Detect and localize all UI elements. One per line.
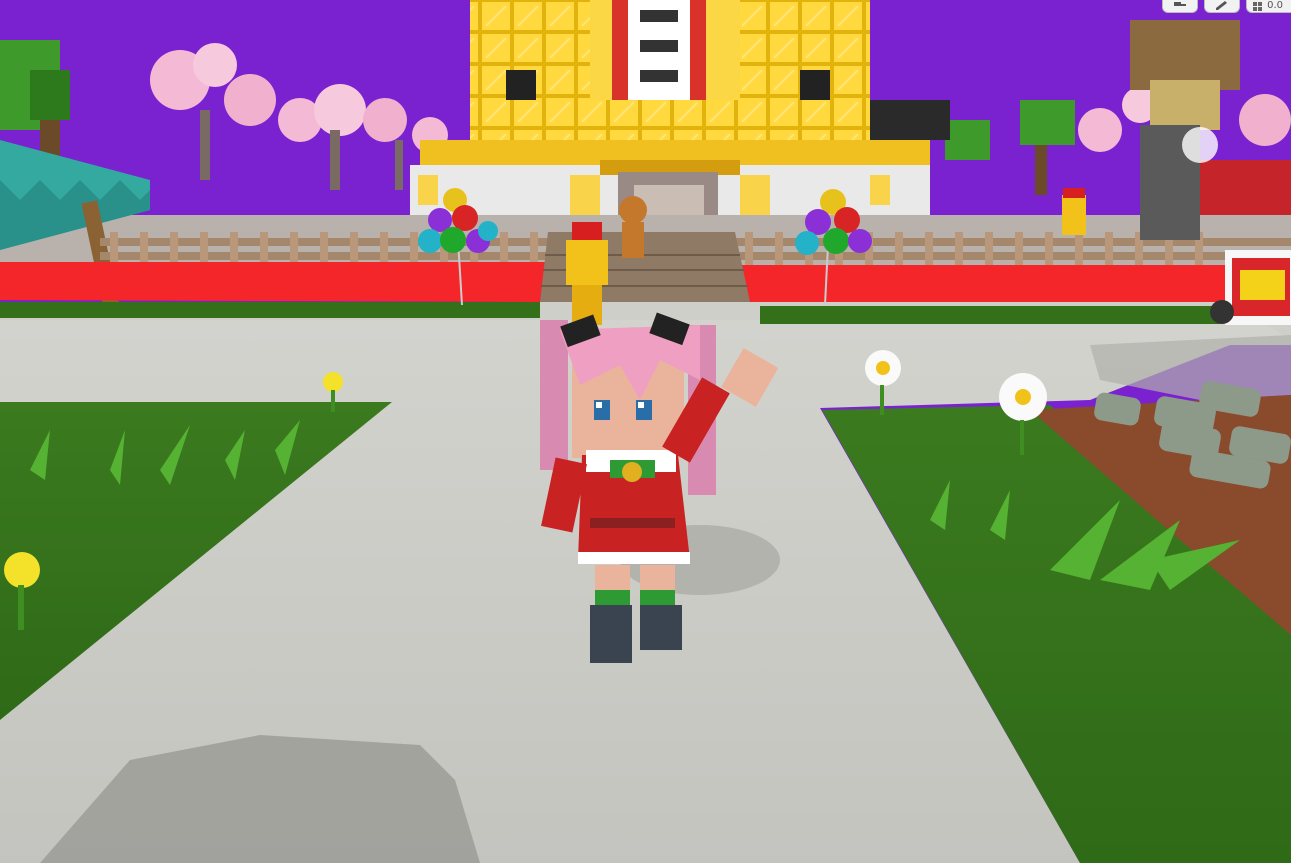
npc-right-yellow [1062,188,1086,235]
hud-readout[interactable]: 0.0 [1246,0,1291,13]
top-right-hud: 0.0 [1162,0,1291,13]
pencil-icon [1216,1,1228,10]
npc-guard [566,222,608,325]
hud-readout-value: 0.0 [1267,0,1283,11]
red-bus [1195,160,1291,215]
hud-tool-button[interactable] [1162,0,1199,13]
red-carpet-left [0,262,545,302]
golden-castle [410,0,950,240]
grid-icon [1253,1,1263,11]
game-viewport[interactable] [0,0,1291,863]
hammer-icon [1174,2,1187,6]
hud-edit-button[interactable] [1204,0,1241,13]
npc-bear [619,196,647,258]
red-carpet-right [742,265,1230,308]
tree-shadow-right [1090,335,1291,400]
